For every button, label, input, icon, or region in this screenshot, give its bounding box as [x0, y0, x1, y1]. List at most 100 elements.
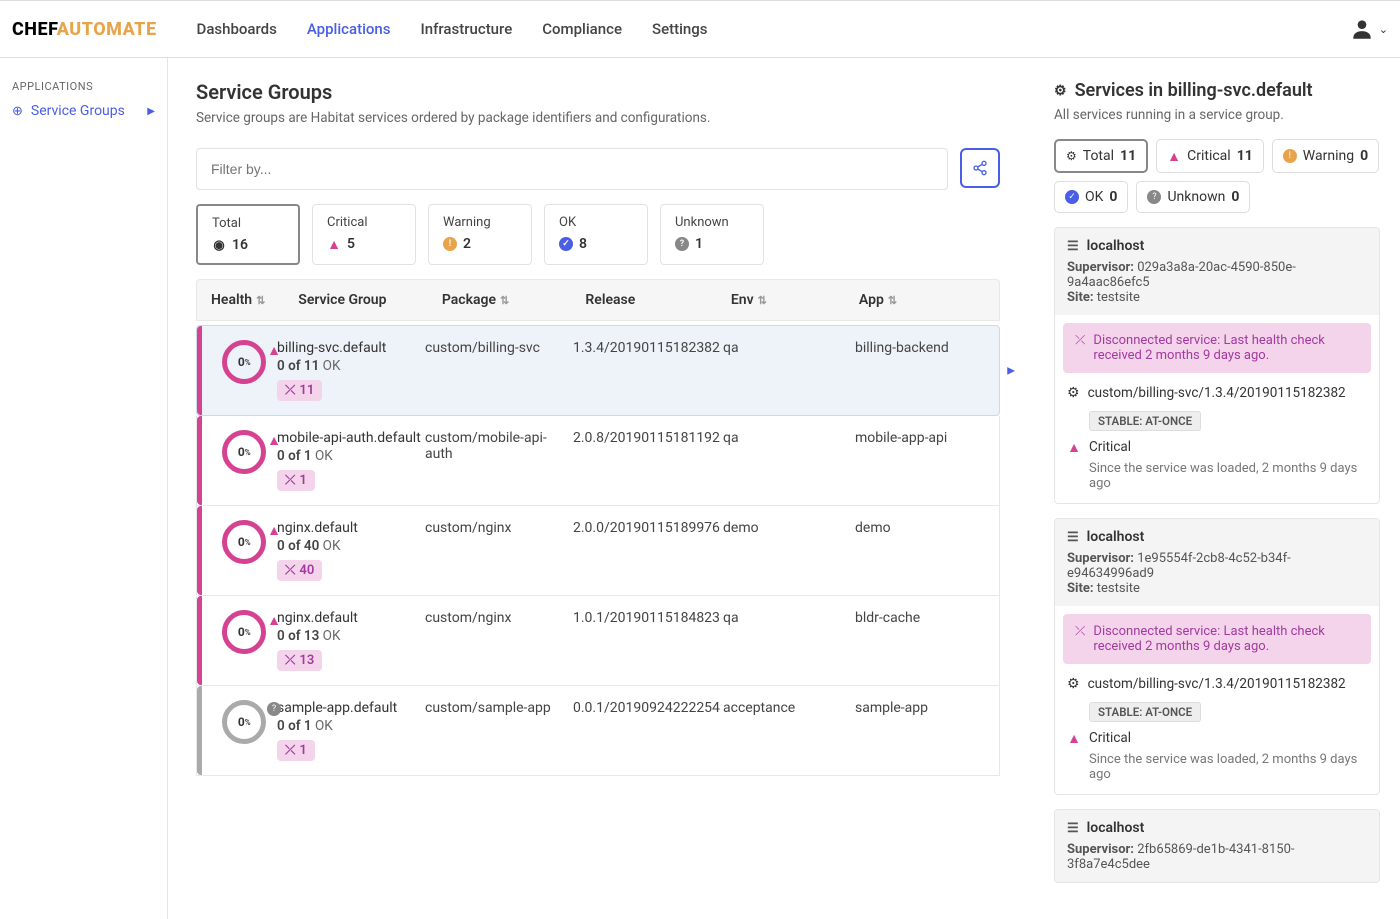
- service-tag: STABLE: AT-ONCE: [1089, 702, 1201, 722]
- critical-icon: ▲: [267, 612, 281, 629]
- share-icon: [972, 160, 988, 176]
- link-broken-icon: ⤫: [285, 563, 295, 578]
- cell-package: custom/billing-svc: [425, 340, 573, 401]
- cell-package: custom/nginx: [425, 610, 573, 671]
- cell-service-group: billing-svc.default 0 of 11 OK ⤫11: [277, 340, 425, 401]
- cell-app: sample-app: [855, 700, 985, 761]
- table-header: Health⇅ Service Group Package⇅ Release E…: [196, 279, 1000, 321]
- service-card[interactable]: ☰localhost Supervisor: 2fb65869-de1b-434…: [1054, 809, 1380, 883]
- target-icon: ◉: [212, 238, 226, 252]
- critical-icon: ▲: [327, 237, 341, 251]
- nav-dashboards[interactable]: Dashboards: [197, 20, 277, 38]
- cell-app: bldr-cache: [855, 610, 985, 671]
- chip-ok[interactable]: ✓OK0: [1054, 181, 1128, 213]
- stat-total[interactable]: Total ◉16: [196, 204, 300, 265]
- unknown-icon: ?: [1147, 190, 1161, 204]
- detail-title: ⚙ Services in billing-svc.default: [1054, 80, 1380, 101]
- stat-unknown[interactable]: Unknown ?1: [660, 204, 764, 265]
- link-broken-icon: ⤫: [285, 743, 295, 758]
- user-icon: [1349, 16, 1375, 42]
- col-health[interactable]: Health⇅: [211, 292, 298, 308]
- stat-warning[interactable]: Warning !2: [428, 204, 532, 265]
- nav-infrastructure[interactable]: Infrastructure: [420, 20, 512, 38]
- detail-chips: ⚙Total11 ▲Critical11 !Warning0 ✓OK0 ?Unk…: [1054, 139, 1380, 213]
- service-state: Critical: [1089, 439, 1131, 455]
- list-icon: ☰: [1067, 530, 1079, 545]
- sort-icon: ⇅: [500, 294, 509, 307]
- chip-critical[interactable]: ▲Critical11: [1156, 139, 1264, 173]
- chip-total[interactable]: ⚙Total11: [1054, 139, 1148, 173]
- critical-icon: ▲: [1067, 731, 1081, 745]
- list-icon: ☰: [1067, 821, 1079, 836]
- col-package[interactable]: Package⇅: [442, 292, 586, 308]
- sidebar-item-label: Service Groups: [31, 103, 125, 119]
- health-donut: 0% ▲: [212, 340, 277, 384]
- critical-icon: ▲: [267, 522, 281, 539]
- status-bar: [197, 326, 202, 415]
- critical-icon: ▲: [267, 432, 281, 449]
- chip-unknown[interactable]: ?Unknown0: [1136, 181, 1250, 213]
- filter-input[interactable]: [196, 148, 948, 190]
- service-card[interactable]: ☰localhost Supervisor: 029a3a8a-20ac-459…: [1054, 227, 1380, 504]
- cell-release: 1.0.1/20190115184823: [573, 610, 723, 671]
- cell-env: demo: [723, 520, 855, 581]
- disconnected-badge: ⤫1: [277, 470, 315, 491]
- topbar: CHEFAUTOMATE Dashboards Applications Inf…: [0, 0, 1400, 58]
- cell-service-group: nginx.default 0 of 13 OK ⤫13: [277, 610, 425, 671]
- link-broken-icon: ⤫: [285, 653, 295, 668]
- service-card-header: ☰localhost Supervisor: 029a3a8a-20ac-459…: [1055, 228, 1379, 315]
- service-groups-icon: ⊕: [12, 104, 23, 119]
- logo-automate: AUTOMATE: [57, 19, 157, 40]
- logo: CHEFAUTOMATE: [12, 19, 157, 40]
- chip-warning[interactable]: !Warning0: [1272, 139, 1379, 173]
- cell-release: 2.0.0/20190115189976: [573, 520, 723, 581]
- disconnected-badge: ⤫11: [277, 380, 322, 401]
- cell-env: qa: [723, 430, 855, 491]
- col-app[interactable]: App⇅: [859, 292, 985, 308]
- cell-service-group: sample-app.default 0 of 1 OK ⤫1: [277, 700, 425, 761]
- cell-service-group: nginx.default 0 of 40 OK ⤫40: [277, 520, 425, 581]
- cell-release: 0.0.1/20190924222254: [573, 700, 723, 761]
- link-broken-icon: ⤫: [285, 473, 295, 488]
- sidebar-item-service-groups[interactable]: ⊕ Service Groups ▶: [12, 103, 155, 119]
- service-card[interactable]: ☰localhost Supervisor: 1e95554f-2cb8-4c5…: [1054, 518, 1380, 795]
- status-bar: [197, 416, 202, 505]
- col-env[interactable]: Env⇅: [731, 292, 859, 308]
- link-broken-icon: ⤫: [285, 383, 295, 398]
- unknown-icon: ?: [267, 702, 281, 716]
- package-icon: ⚙: [1067, 676, 1080, 692]
- disconnected-badge: ⤫13: [277, 650, 322, 671]
- health-donut: 0% ▲: [212, 520, 277, 564]
- cell-app: billing-backend: [855, 340, 985, 401]
- table-row[interactable]: 0% ? sample-app.default 0 of 1 OK ⤫1 cus…: [196, 686, 1000, 776]
- sidebar: APPLICATIONS ⊕ Service Groups ▶: [0, 58, 168, 919]
- disconnected-banner: ⤫Disconnected service: Last health check…: [1063, 614, 1371, 664]
- stat-ok[interactable]: OK ✓8: [544, 204, 648, 265]
- table-body: 0% ▲ billing-svc.default 0 of 11 OK ⤫11 …: [196, 325, 1000, 776]
- warning-icon: !: [1283, 149, 1297, 163]
- stat-critical[interactable]: Critical ▲5: [312, 204, 416, 265]
- disconnected-banner: ⤫Disconnected service: Last health check…: [1063, 323, 1371, 373]
- chevron-down-icon: ⌄: [1379, 23, 1388, 36]
- user-menu[interactable]: ⌄: [1349, 16, 1388, 42]
- cell-package: custom/nginx: [425, 520, 573, 581]
- sort-icon: ⇅: [888, 294, 897, 307]
- ok-icon: ✓: [1065, 190, 1079, 204]
- nav-settings[interactable]: Settings: [652, 20, 708, 38]
- status-bar: [197, 596, 202, 685]
- table-row[interactable]: 0% ▲ nginx.default 0 of 13 OK ⤫13 custom…: [196, 596, 1000, 686]
- nav-applications[interactable]: Applications: [307, 20, 391, 38]
- sidebar-section-label: APPLICATIONS: [12, 80, 155, 93]
- warning-icon: !: [443, 237, 457, 251]
- nav-compliance[interactable]: Compliance: [542, 20, 622, 38]
- cell-app: mobile-app-api: [855, 430, 985, 491]
- share-button[interactable]: [960, 148, 1000, 188]
- health-donut: 0% ▲: [212, 430, 277, 474]
- ok-icon: ✓: [559, 237, 573, 251]
- table-row[interactable]: 0% ▲ nginx.default 0 of 40 OK ⤫40 custom…: [196, 506, 1000, 596]
- status-bar: [197, 686, 202, 775]
- service-tag: STABLE: AT-ONCE: [1089, 411, 1201, 431]
- table-row[interactable]: 0% ▲ billing-svc.default 0 of 11 OK ⤫11 …: [196, 325, 1000, 416]
- cell-service-group: mobile-api-auth.default 0 of 1 OK ⤫1: [277, 430, 425, 491]
- table-row[interactable]: 0% ▲ mobile-api-auth.default 0 of 1 OK ⤫…: [196, 416, 1000, 506]
